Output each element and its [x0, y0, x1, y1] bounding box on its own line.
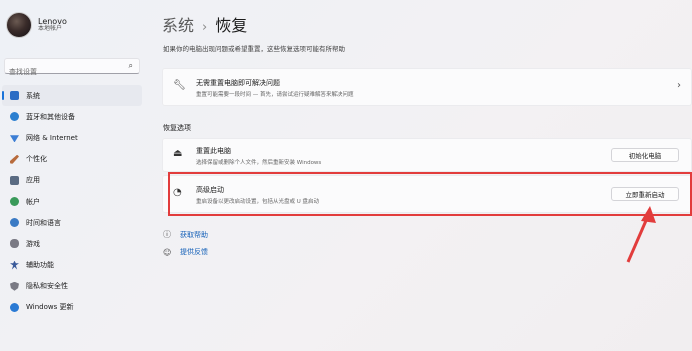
- sidebar-item-bluetooth[interactable]: 蓝牙和其他设备: [2, 106, 142, 127]
- sidebar-item-label: 辅助功能: [26, 261, 54, 270]
- accessibility-icon: [10, 260, 19, 270]
- reset-pc-title: 重置此电脑: [196, 147, 231, 155]
- chevron-right-icon: ›: [202, 20, 208, 35]
- advanced-startup-desc: 重启设备以更改启动设置，包括从光盘或 U 盘启动: [196, 199, 320, 205]
- main-content: 系统 › 恢复 如果你的电脑出现问题或希望重置，这些恢复选项可能有所帮助 🔧︎ 无需…: [150, 0, 692, 351]
- settings-search[interactable]: ⌕: [4, 58, 140, 79]
- breadcrumb-parent[interactable]: 系统: [162, 16, 194, 35]
- wrench-icon: 🔧︎: [173, 80, 186, 91]
- troubleshoot-card[interactable]: 🔧︎ 无需重置电脑即可解决问题 重置可能需要一段时间 — 首先，请尝试运行疑难解…: [162, 68, 692, 106]
- avatar: [6, 12, 32, 38]
- gamepad-icon: [10, 239, 19, 249]
- reset-pc-card: ⏏︎ 重置此电脑 选择保留或删除个人文件，然后重新安装 Windows 初始化电…: [162, 138, 692, 172]
- sidebar-item-label: 个性化: [26, 155, 47, 164]
- get-help-label: 获取帮助: [180, 230, 208, 239]
- troubleshoot-title: 无需重置电脑即可解决问题: [196, 79, 280, 87]
- sidebar-item-label: 蓝牙和其他设备: [26, 112, 75, 121]
- sidebar-item-privacy-security[interactable]: 隐私和安全性: [2, 276, 142, 297]
- sidebar: Lenovo 本地帐户 ⌕ 系统 蓝牙和其他设备 网络 & Internet 个…: [0, 0, 150, 351]
- give-feedback-link[interactable]: ☺ 提供反馈: [163, 247, 208, 257]
- search-input[interactable]: [5, 65, 115, 79]
- recovery-options-label: 恢复选项: [163, 124, 191, 132]
- sidebar-item-windows-update[interactable]: Windows 更新: [2, 297, 142, 318]
- globe-icon: [10, 218, 19, 228]
- shield-icon: [10, 281, 19, 291]
- sidebar-item-label: 应用: [26, 176, 40, 185]
- account-icon: [10, 197, 19, 207]
- sidebar-item-network[interactable]: 网络 & Internet: [2, 127, 142, 148]
- advanced-startup-icon: ◔: [173, 187, 182, 198]
- sidebar-item-gaming[interactable]: 游戏: [2, 233, 142, 254]
- sidebar-item-personalization[interactable]: 个性化: [2, 149, 142, 170]
- reset-pc-button[interactable]: 初始化电脑: [611, 148, 679, 162]
- feedback-icon: ☺: [163, 247, 172, 257]
- wifi-icon: [10, 135, 19, 143]
- restart-now-button[interactable]: 立即重新启动: [611, 187, 679, 201]
- get-help-link[interactable]: ⓘ 获取帮助: [163, 229, 208, 240]
- sidebar-item-label: 隐私和安全性: [26, 282, 68, 291]
- help-icon: ⓘ: [163, 230, 171, 239]
- page-subtitle: 如果你的电脑出现问题或希望重置，这些恢复选项可能有所帮助: [163, 45, 345, 53]
- profile-account-type: 本地帐户: [38, 25, 63, 33]
- sidebar-item-label: 游戏: [26, 239, 40, 248]
- sidebar-item-accounts[interactable]: 帐户: [2, 191, 142, 212]
- search-icon[interactable]: ⌕: [129, 61, 133, 71]
- reset-pc-desc: 选择保留或删除个人文件，然后重新安装 Windows: [196, 160, 322, 166]
- sidebar-item-accessibility[interactable]: 辅助功能: [2, 255, 142, 276]
- page-title: 恢复: [215, 16, 248, 35]
- sidebar-item-system[interactable]: 系统: [2, 85, 142, 107]
- sidebar-nav: 系统 蓝牙和其他设备 网络 & Internet 个性化 应用 帐户 时间和语言: [0, 85, 142, 318]
- sidebar-item-time-language[interactable]: 时间和语言: [2, 212, 142, 233]
- sidebar-item-label: 时间和语言: [26, 218, 61, 227]
- apps-icon: [10, 175, 19, 185]
- brush-icon: [10, 154, 19, 164]
- update-icon: [10, 302, 19, 312]
- advanced-startup-card: ◔ 高级启动 重启设备以更改启动设置，包括从光盘或 U 盘启动 立即重新启动: [162, 175, 692, 213]
- give-feedback-label: 提供反馈: [180, 248, 208, 256]
- reset-pc-icon: ⏏︎: [173, 148, 183, 159]
- chevron-right-icon: ›: [677, 80, 681, 91]
- advanced-startup-title: 高级启动: [196, 186, 224, 194]
- sidebar-item-apps[interactable]: 应用: [2, 170, 142, 191]
- sidebar-item-label: 系统: [26, 91, 40, 100]
- user-profile[interactable]: Lenovo 本地帐户: [6, 12, 67, 38]
- bluetooth-icon: [10, 112, 19, 122]
- sidebar-item-label: 帐户: [26, 197, 40, 206]
- sidebar-item-label: 网络 & Internet: [26, 133, 78, 142]
- troubleshoot-desc: 重置可能需要一段时间 — 首先，请尝试运行疑难解答来解决问题: [196, 92, 354, 98]
- breadcrumb: 系统 › 恢复: [162, 12, 247, 36]
- sidebar-item-label: Windows 更新: [26, 303, 74, 312]
- system-icon: [10, 91, 19, 101]
